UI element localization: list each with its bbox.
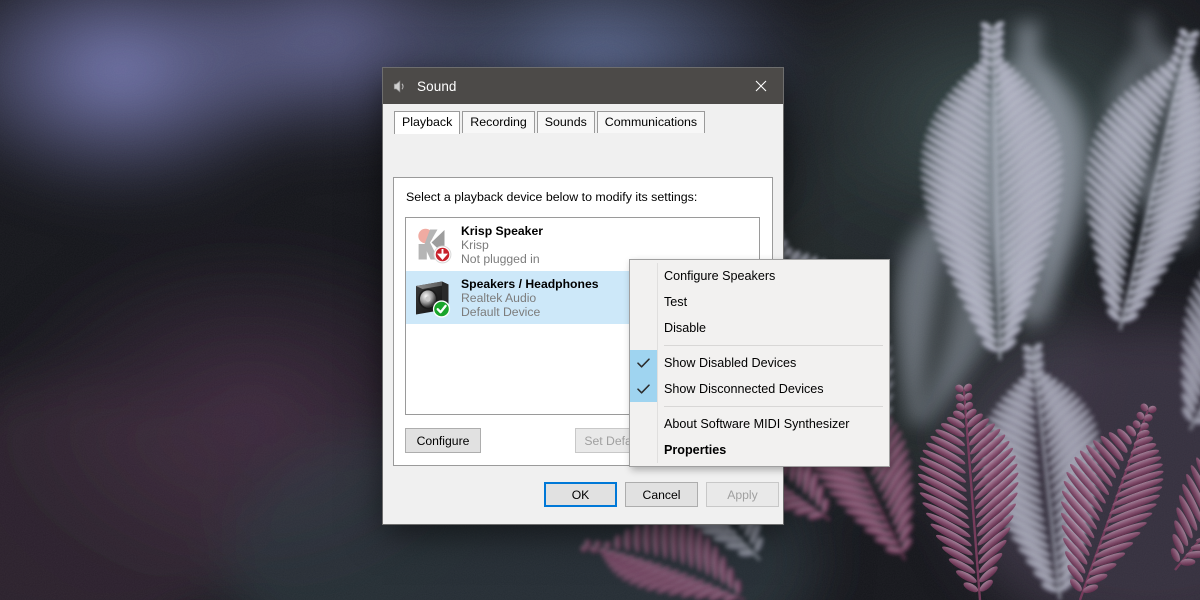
- ok-button[interactable]: OK: [544, 482, 617, 507]
- menu-gutter: [630, 437, 657, 463]
- speaker-box-icon: [411, 276, 455, 320]
- window-title: Sound: [417, 78, 457, 94]
- menu-item-label: Show Disconnected Devices: [664, 382, 824, 396]
- device-context-menu[interactable]: Configure Speakers Test Disable Show Disabl…: [629, 259, 890, 467]
- menu-separator: [664, 345, 883, 346]
- context-menu-items: Configure Speakers Test Disable Show Disabl…: [630, 263, 889, 463]
- krisp-logo-icon: [411, 223, 455, 267]
- menu-item-label: Configure Speakers: [664, 269, 776, 283]
- dialog-footer: OK Cancel Apply: [383, 466, 783, 524]
- menu-gutter: [630, 289, 657, 315]
- instruction-text: Select a playback device below to modify…: [406, 190, 698, 204]
- menu-item-test[interactable]: Test: [630, 289, 889, 315]
- tab-sounds[interactable]: Sounds: [536, 111, 595, 133]
- menu-item-properties[interactable]: Properties: [630, 437, 889, 463]
- tab-strip: Playback Recording Sounds Communications: [383, 111, 783, 134]
- device-info: Krisp Speaker Krisp Not plugged in: [461, 224, 543, 266]
- menu-item-label: Properties: [664, 443, 727, 457]
- menu-gutter: [630, 263, 657, 289]
- menu-gutter: [630, 315, 657, 341]
- device-driver: Realtek Audio: [461, 290, 537, 305]
- check-icon: [630, 350, 657, 376]
- speaker-box-icon: [416, 281, 451, 318]
- menu-item-disable[interactable]: Disable: [630, 315, 889, 341]
- close-icon[interactable]: [739, 68, 783, 104]
- menu-item-show-disabled-devices[interactable]: Show Disabled Devices: [630, 350, 889, 376]
- device-name: Speakers / Headphones: [461, 276, 599, 291]
- check-icon: [630, 376, 657, 402]
- menu-item-label: Test: [664, 295, 688, 309]
- tab-playback[interactable]: Playback: [394, 111, 461, 134]
- device-name: Krisp Speaker: [461, 223, 543, 238]
- configure-button[interactable]: Configure: [405, 428, 481, 453]
- menu-item-about-software-midi-synthesizer[interactable]: About Software MIDI Synthesizer: [630, 411, 889, 437]
- menu-item-label: Show Disabled Devices: [664, 356, 797, 370]
- device-status: Default Device: [461, 304, 541, 319]
- menu-item-label: About Software MIDI Synthesizer: [664, 417, 850, 431]
- menu-item-show-disconnected-devices[interactable]: Show Disconnected Devices: [630, 376, 889, 402]
- tab-recording[interactable]: Recording: [462, 111, 535, 133]
- krisp-logo-icon: [418, 228, 452, 263]
- menu-item-configure-speakers[interactable]: Configure Speakers: [630, 263, 889, 289]
- speaker-icon: [392, 79, 407, 94]
- device-info: Speakers / Headphones Realtek Audio Defaul…: [461, 277, 599, 319]
- apply-button[interactable]: Apply: [706, 482, 779, 507]
- title-bar: Sound: [383, 68, 783, 104]
- cancel-button[interactable]: Cancel: [625, 482, 698, 507]
- tab-communications[interactable]: Communications: [596, 111, 706, 133]
- device-driver: Krisp: [461, 237, 489, 252]
- menu-separator: [664, 406, 883, 407]
- menu-item-label: Disable: [664, 321, 706, 335]
- device-status: Not plugged in: [461, 251, 540, 266]
- menu-gutter: [630, 411, 657, 437]
